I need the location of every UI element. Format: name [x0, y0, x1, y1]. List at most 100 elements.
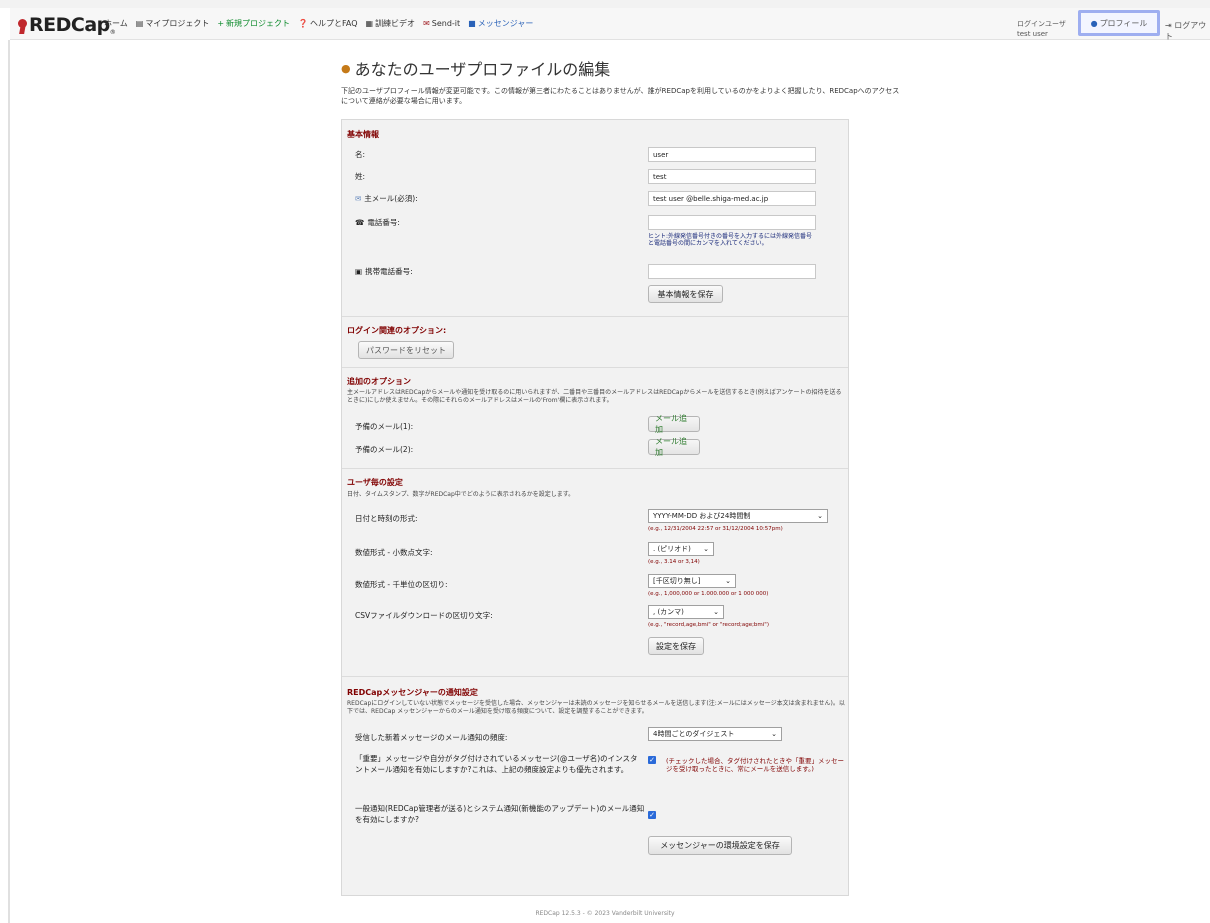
- checkmark-icon: ✓: [649, 811, 655, 819]
- email-label-text: 主メール(必須):: [364, 194, 418, 203]
- decimal-format-select[interactable]: . (ピリオド) ⌄: [648, 542, 714, 556]
- notification-frequency-select[interactable]: 4時間ごとのダイジェスト ⌄: [648, 727, 782, 741]
- nav-links: ホーム ▤ マイプロジェクト + 新規プロジェクト ❓ ヘルプとFAQ ▦ 訓練…: [104, 18, 533, 29]
- messenger-description: REDCapにログインしていない状態でメッセージを受信した場合、メッセンジャーは…: [347, 700, 845, 715]
- user-icon: ●: [341, 61, 351, 75]
- mobile-field[interactable]: [648, 264, 816, 279]
- chevron-down-icon: ⌄: [817, 511, 823, 520]
- nav-send-it-label: Send-it: [431, 19, 461, 28]
- phone-hint: ヒント:外線発信番号付きの番号を入力するには外線発信番号と電話番号の間にカンマを…: [648, 233, 813, 247]
- decimal-format-example: (e.g., 3.14 or 3,14): [648, 559, 700, 565]
- chevron-down-icon: ⌄: [771, 729, 777, 738]
- logo-registered-mark: ®: [109, 29, 116, 36]
- redcap-logo[interactable]: REDCap ®: [18, 12, 116, 36]
- csv-delimiter-value: , (カンマ): [653, 607, 684, 616]
- datetime-format-select[interactable]: YYYY-MM-DD および24時間制 ⌄: [648, 509, 828, 523]
- phone-field[interactable]: [648, 215, 816, 230]
- nav-training-videos[interactable]: ▦ 訓練ビデオ: [366, 18, 416, 29]
- add-secondary-email-2-button[interactable]: メール追加: [648, 437, 700, 457]
- additional-options-section: 追加のオプション 主メールアドレスはREDCapからメールや通知を受け取るのに用…: [342, 368, 848, 469]
- chevron-down-icon: ⌄: [725, 576, 731, 585]
- mobile-label-text: 携帯電話番号:: [365, 267, 413, 276]
- thousands-separator-value: [千区切り無し]: [653, 576, 701, 585]
- general-notification-label: 一般通知(REDCap管理者が送る)とシステム通知(新機能のアップデート)のメー…: [355, 804, 645, 824]
- nav-send-it[interactable]: ✉ Send-it: [423, 18, 460, 29]
- last-name-field[interactable]: test: [648, 169, 816, 184]
- save-messenger-settings-button[interactable]: メッセンジャーの環境設定を保存: [648, 836, 792, 855]
- page-title-text: あなたのユーザプロファイルの編集: [354, 60, 611, 79]
- notification-frequency-label-text: 受信した新着メッセージのメール通知の頻度:: [355, 733, 508, 742]
- profile-panel: 基本情報 名: user 姓: test ✉ 主メール(必須): test us…: [341, 119, 849, 896]
- nav-my-projects-label: マイプロジェクト: [145, 19, 210, 28]
- preferences-title: ユーザ毎の設定: [347, 478, 403, 487]
- secondary-email-1-label: 予備のメール(1):: [355, 421, 413, 432]
- nav-messenger[interactable]: ■ メッセンジャー: [468, 18, 533, 29]
- secondary-email-2-label-text: 予備のメール(2):: [355, 445, 414, 454]
- csv-delimiter-select[interactable]: , (カンマ) ⌄: [648, 605, 724, 619]
- question-circle-icon: ❓: [298, 19, 308, 28]
- phone-label-text: 電話番号:: [367, 218, 400, 227]
- datetime-format-example: (e.g., 12/31/2004 22:57 or 31/12/2004 10…: [648, 526, 783, 532]
- basic-info-section: 基本情報 名: user 姓: test ✉ 主メール(必須): test us…: [342, 120, 848, 317]
- nav-home-label: ホーム: [104, 19, 128, 28]
- redcap-logo-icon: [18, 16, 28, 36]
- page-header: ● あなたのユーザプロファイルの編集 下記のユーザプロフィール情報が変更可能です…: [341, 56, 899, 106]
- instant-notification-checkbox[interactable]: ✓: [648, 756, 656, 764]
- add-secondary-email-1-button[interactable]: メール追加: [648, 414, 700, 434]
- messenger-title: REDCapメッセンジャーの通知設定: [347, 688, 478, 697]
- nav-help-faq[interactable]: ❓ ヘルプとFAQ: [298, 18, 357, 29]
- top-navbar: REDCap ® ホーム ▤ マイプロジェクト + 新規プロジェクト ❓ ヘルプ…: [10, 8, 1210, 42]
- csv-delimiter-label: CSVファイルダウンロードの区切り文字:: [355, 610, 493, 621]
- chat-icon: ■: [468, 19, 476, 28]
- additional-options-title: 追加のオプション: [347, 377, 411, 386]
- email-field[interactable]: test user @belle.shiga-med.ac.jp: [648, 191, 816, 206]
- footer: REDCap 12.5.3 - © 2023 Vanderbilt Univer…: [535, 910, 675, 917]
- decimal-format-value: . (ピリオド): [653, 544, 691, 553]
- user-circle-icon: ●: [1090, 18, 1098, 28]
- mobile-phone-icon: ▣: [355, 267, 363, 276]
- save-basic-info-button[interactable]: 基本情報を保存: [648, 285, 723, 303]
- film-icon: ▦: [365, 19, 374, 28]
- profile-link[interactable]: ● プロフィール: [1078, 10, 1160, 36]
- notification-frequency-value: 4時間ごとのダイジェスト: [653, 729, 735, 738]
- nav-new-project[interactable]: + 新規プロジェクト: [217, 18, 290, 29]
- phone-icon: ☎: [355, 218, 365, 227]
- logout-label: ログアウト: [1165, 21, 1207, 41]
- first-name-field[interactable]: user: [648, 147, 816, 162]
- nav-my-projects[interactable]: ▤ マイプロジェクト: [136, 18, 210, 29]
- logo-text: REDCap: [29, 14, 110, 36]
- envelope-icon: ✉: [423, 19, 430, 28]
- login-username: test user: [1017, 30, 1048, 38]
- thousands-separator-select[interactable]: [千区切り無し] ⌄: [648, 574, 736, 588]
- reset-password-button[interactable]: パスワードをリセット: [358, 341, 454, 359]
- login-options-title: ログイン関連のオプション:: [347, 326, 447, 335]
- last-name-label-text: 姓:: [355, 172, 366, 181]
- nav-training-videos-label: 訓練ビデオ: [375, 19, 416, 28]
- csv-delimiter-example: (e.g., "record,age,bmi" or "record;age;b…: [648, 622, 769, 628]
- envelope-icon: ✉: [355, 194, 362, 203]
- instant-notification-label: 「重要」メッセージや自分がタグ付けされているメッセージ(@ユーザ名)のインスタン…: [355, 754, 638, 774]
- login-info: ログインユーザ test user: [1017, 19, 1066, 39]
- logout-link[interactable]: ⇥ ログアウト: [1165, 20, 1210, 42]
- thousands-separator-label-text: 数値形式 - 千単位の区切り:: [355, 580, 448, 589]
- page-description: 下記のユーザプロフィール情報が変更可能です。この情報が第三者にわたることはありま…: [341, 87, 900, 105]
- checkmark-icon: ✓: [649, 756, 655, 764]
- phone-label: ☎ 電話番号:: [355, 217, 400, 228]
- nav-home[interactable]: ホーム: [104, 18, 128, 29]
- nav-help-faq-label: ヘルプとFAQ: [310, 19, 358, 28]
- page-title: ● あなたのユーザプロファイルの編集: [341, 56, 851, 80]
- secondary-email-2-label: 予備のメール(2):: [355, 444, 413, 455]
- datetime-format-label-text: 日付と時刻の形式:: [355, 514, 418, 523]
- csv-delimiter-label-text: CSVファイルダウンロードの区切り文字:: [355, 611, 493, 620]
- general-notification-checkbox[interactable]: ✓: [648, 811, 656, 819]
- thousands-separator-example: (e.g., 1,000,000 or 1.000.000 or 1 000 0…: [648, 591, 769, 597]
- basic-info-title: 基本情報: [347, 130, 379, 139]
- datetime-format-value: YYYY-MM-DD および24時間制: [653, 511, 751, 520]
- left-border: [8, 40, 10, 923]
- save-preferences-button[interactable]: 設定を保存: [648, 637, 704, 655]
- preferences-description: 日付、タイムスタンプ、数字がREDCap中でどのように表示されるかを設定します。: [347, 491, 575, 498]
- logout-icon: ⇥: [1165, 21, 1172, 30]
- first-name-label-text: 名:: [355, 150, 366, 159]
- mobile-label: ▣ 携帯電話番号:: [355, 266, 413, 277]
- instant-notification-note: (チェックした場合、タグ付けされたときや「重要」メッセージを受け取ったときに、常…: [666, 757, 845, 773]
